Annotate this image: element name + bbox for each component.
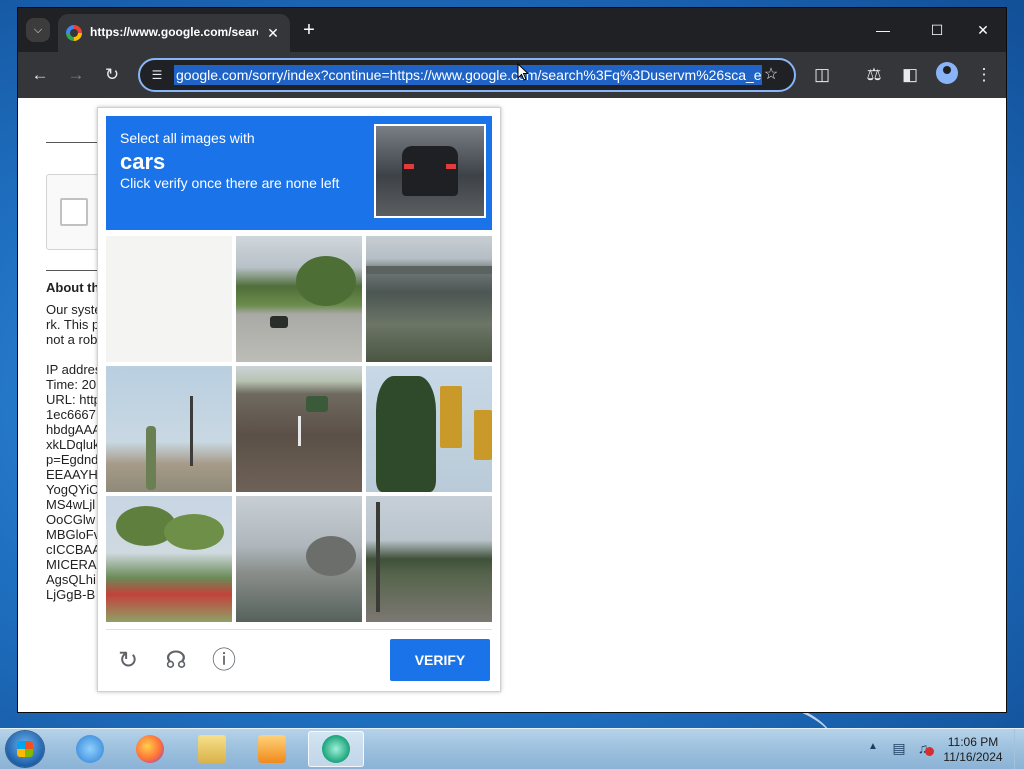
tail-light — [404, 164, 414, 169]
recaptcha-checkbox[interactable] — [60, 198, 88, 226]
google-favicon-icon — [66, 25, 82, 41]
profile-avatar-icon[interactable] — [936, 62, 958, 84]
network-icon[interactable]: ▤ — [890, 739, 908, 757]
file-explorer-icon — [198, 735, 226, 763]
chevron-down-icon[interactable]: ⌵ — [26, 18, 50, 42]
taskbar-internet-explorer[interactable] — [62, 731, 118, 767]
minimize-icon[interactable]: — — [870, 18, 896, 42]
tab-close-icon[interactable]: ✕ — [264, 24, 282, 42]
traffic-light — [474, 410, 492, 460]
info-icon[interactable]: ⓘ — [210, 647, 238, 675]
tab-strip: ⌵ https://www.google.com/search ✕ + — ☐ … — [18, 8, 1006, 52]
headphones-icon[interactable]: ☊ — [162, 647, 190, 675]
bookmark-star-icon[interactable]: ☆ — [760, 64, 782, 86]
chrome-canary-icon — [322, 735, 350, 763]
side-panel-icon[interactable]: ◧ — [898, 63, 922, 87]
start-button[interactable] — [6, 731, 44, 767]
internet-explorer-icon — [76, 735, 104, 763]
browser-tab[interactable]: https://www.google.com/search ✕ — [58, 14, 290, 52]
instruction-line: Select all images with — [120, 130, 255, 146]
captcha-tile[interactable] — [236, 236, 362, 362]
captcha-tile[interactable] — [106, 366, 232, 492]
show-desktop-button[interactable] — [1014, 729, 1024, 769]
taskbar-media-player[interactable] — [244, 731, 300, 767]
cactus — [146, 426, 156, 490]
captcha-tile[interactable] — [236, 496, 362, 622]
tree — [296, 256, 356, 306]
media-player-icon — [258, 735, 286, 763]
tab-title: https://www.google.com/search — [90, 25, 258, 39]
back-arrow-icon[interactable]: ← — [28, 63, 52, 87]
taskbar-chrome[interactable] — [308, 731, 364, 767]
lane-marking — [298, 416, 301, 446]
tray-overflow-chevron-icon[interactable]: ▲ — [868, 741, 878, 752]
car — [270, 316, 288, 328]
tail-light — [446, 164, 456, 169]
bare-tree — [306, 536, 356, 576]
car — [306, 396, 328, 412]
extensions-puzzle-icon[interactable]: ◫ — [810, 63, 834, 87]
taskbar: ▲ ▤ ♫ 11:06 PM 11/16/2024 — [0, 728, 1024, 769]
captcha-tile[interactable] — [366, 496, 492, 622]
captcha-tile[interactable] — [366, 236, 492, 362]
mute-badge — [925, 747, 934, 756]
captcha-tile[interactable] — [106, 236, 232, 362]
verify-button[interactable]: VERIFY — [390, 639, 490, 681]
palm-trunk — [376, 502, 380, 612]
reload-challenge-icon[interactable]: ↻ — [114, 647, 142, 675]
forward-arrow-icon[interactable]: → — [64, 63, 88, 87]
palm-tree — [164, 514, 224, 550]
site-info-tune-icon[interactable]: ☰ — [148, 66, 166, 84]
taskbar-firefox[interactable] — [122, 731, 178, 767]
pole — [190, 396, 193, 466]
window-close-icon[interactable]: ✕ — [970, 18, 996, 42]
traffic-light — [440, 386, 462, 448]
browser-toolbar: ← → ↻ ☰ google.com/sorry/index?continue=… — [18, 52, 1006, 98]
bridge — [366, 266, 492, 274]
taskbar-file-explorer[interactable] — [184, 731, 240, 767]
clock-time: 11:06 PM — [947, 735, 999, 749]
captcha-tile[interactable] — [366, 366, 492, 492]
clock-date: 11/16/2024 — [943, 750, 1003, 764]
firefox-icon — [136, 735, 164, 763]
divider — [106, 629, 492, 630]
captcha-tile[interactable] — [106, 496, 232, 622]
kebab-menu-icon[interactable]: ⋮ — [972, 63, 996, 87]
sample-image — [374, 124, 486, 218]
tree — [376, 376, 436, 492]
mouse-cursor-icon — [517, 63, 529, 81]
instruction-line: Click verify once there are none left — [120, 175, 340, 191]
labs-flask-icon[interactable]: ⚖ — [862, 63, 886, 87]
maximize-icon[interactable]: ☐ — [924, 18, 950, 42]
captcha-instructions: Select all images with cars Click verify… — [106, 116, 492, 230]
sample-car — [402, 146, 458, 196]
url-input[interactable]: google.com/sorry/index?continue=https://… — [174, 65, 762, 85]
reload-icon[interactable]: ↻ — [100, 63, 124, 87]
windows-logo-icon — [17, 741, 33, 757]
address-bar[interactable]: ☰ google.com/sorry/index?continue=https:… — [138, 58, 796, 92]
captcha-challenge-popup: Select all images with cars Click verify… — [97, 107, 501, 692]
new-tab-plus-icon[interactable]: + — [298, 19, 320, 41]
target-object-word: cars — [120, 149, 166, 174]
captcha-tile[interactable] — [236, 366, 362, 492]
system-clock[interactable]: 11:06 PM 11/16/2024 — [936, 735, 1010, 765]
